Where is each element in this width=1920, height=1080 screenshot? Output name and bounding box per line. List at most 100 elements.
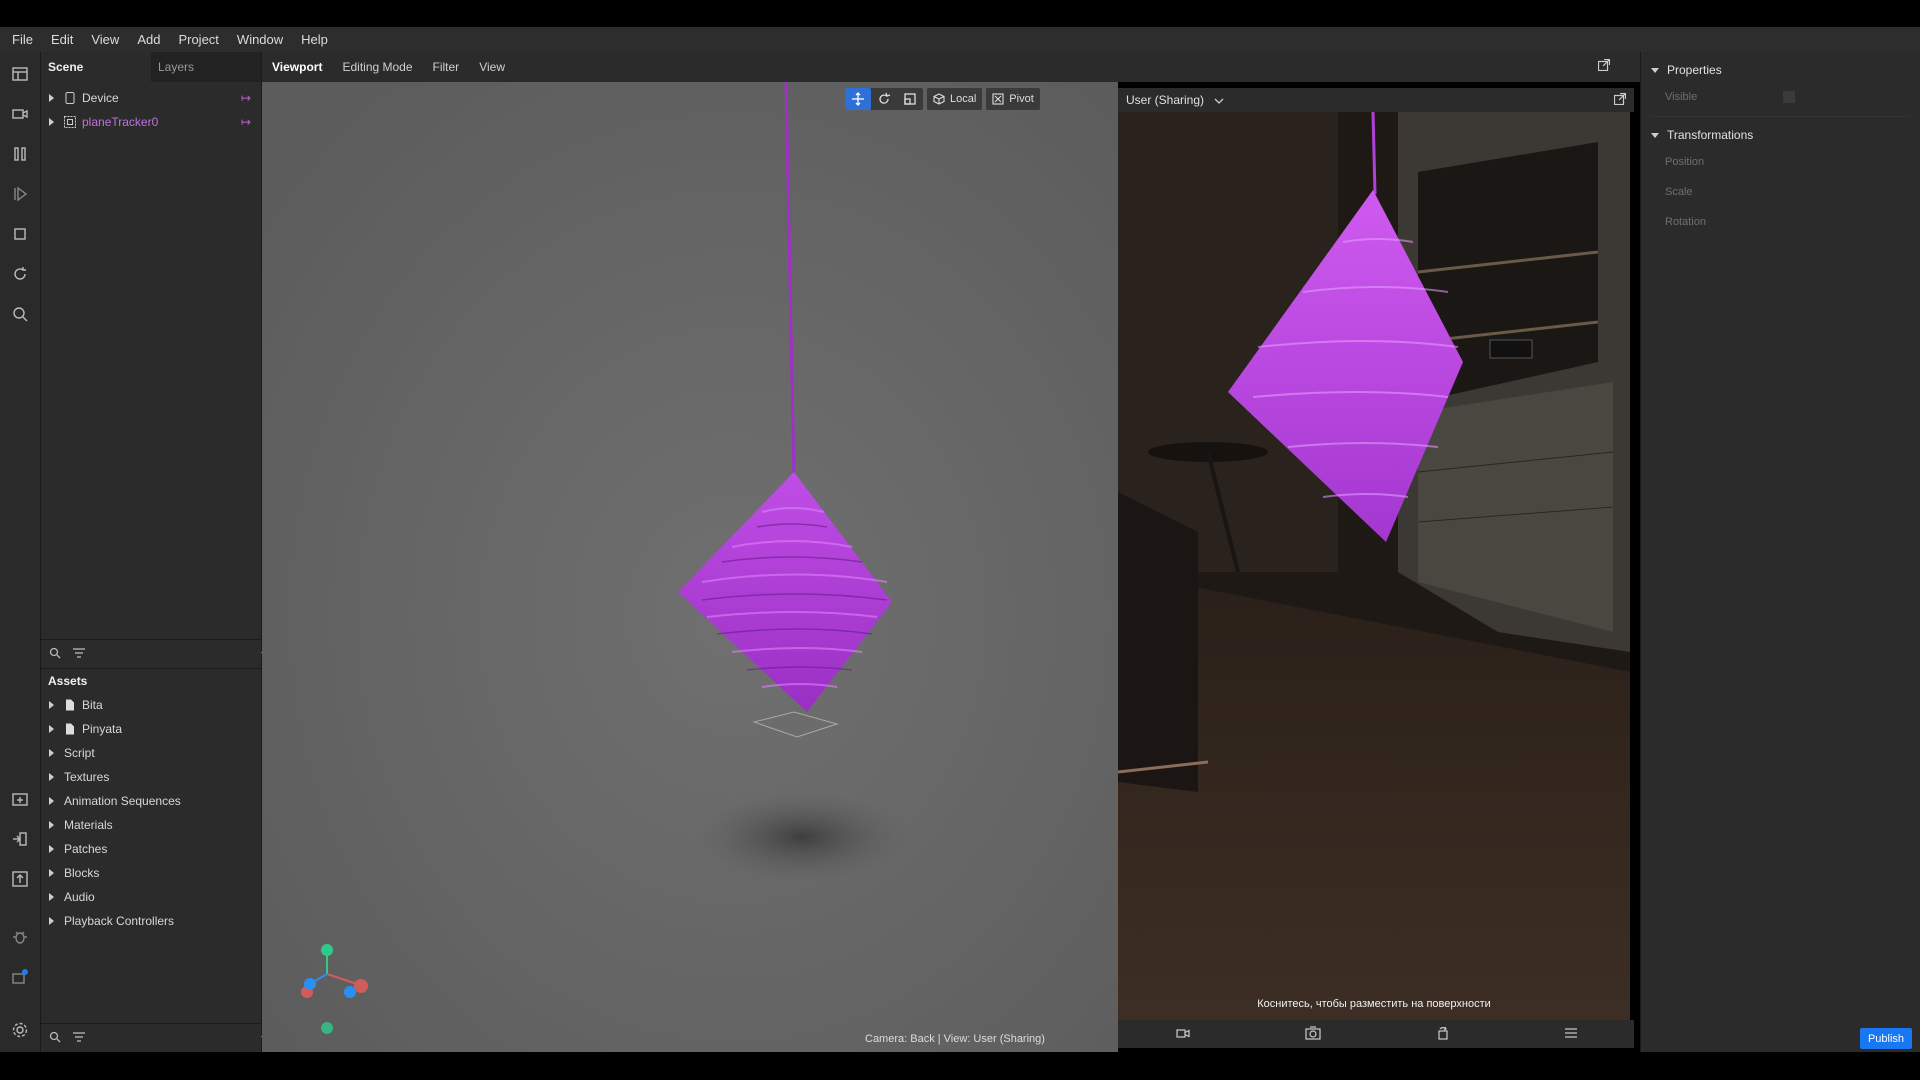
asset-folder-playback-controllers[interactable]: Playback Controllers bbox=[41, 909, 261, 933]
notifications-icon[interactable] bbox=[8, 965, 32, 989]
asset-folder-audio[interactable]: Audio bbox=[41, 885, 261, 909]
search-icon[interactable] bbox=[49, 647, 61, 662]
simulator-controls bbox=[1118, 1020, 1634, 1048]
assets-panel-footer: + bbox=[41, 1023, 278, 1052]
tab-scene[interactable]: Scene bbox=[41, 52, 151, 82]
stop-icon[interactable] bbox=[8, 222, 32, 246]
expand-arrow-icon[interactable] bbox=[49, 749, 54, 757]
settings-gear-icon[interactable] bbox=[8, 1018, 32, 1042]
asset-label: Playback Controllers bbox=[64, 914, 175, 928]
asset-folder-patches[interactable]: Patches bbox=[41, 837, 261, 861]
scene-item-device[interactable]: Device ↦ bbox=[41, 86, 261, 110]
layout-icon[interactable] bbox=[8, 62, 32, 86]
asset-folder-animation-sequences[interactable]: Animation Sequences bbox=[41, 789, 261, 813]
menu-project[interactable]: Project bbox=[176, 30, 220, 49]
expand-arrow-icon[interactable] bbox=[49, 725, 54, 733]
visible-checkbox[interactable] bbox=[1783, 91, 1796, 103]
expand-arrow-icon[interactable] bbox=[49, 94, 54, 102]
import-icon[interactable] bbox=[8, 787, 32, 811]
asset-folder-materials[interactable]: Materials bbox=[41, 813, 261, 837]
expand-arrow-icon[interactable] bbox=[49, 821, 54, 829]
expand-arrow-icon[interactable] bbox=[49, 797, 54, 805]
scene-item-label: Device bbox=[82, 91, 119, 105]
send-to-device-icon[interactable] bbox=[8, 827, 32, 851]
expand-arrow-icon[interactable] bbox=[49, 917, 54, 925]
rotate-tool-button[interactable] bbox=[871, 88, 897, 110]
local-label: Local bbox=[950, 93, 977, 105]
publish-button[interactable]: Publish bbox=[1860, 1028, 1912, 1049]
viewport-toolbar: Local Pivot bbox=[845, 88, 1040, 110]
simulator-preview[interactable] bbox=[1118, 112, 1630, 1020]
camera-switch-icon[interactable] bbox=[1175, 1027, 1190, 1042]
upload-icon[interactable] bbox=[8, 867, 32, 891]
asset-item-bita[interactable]: Bita bbox=[41, 693, 261, 717]
asset-folder-blocks[interactable]: Blocks bbox=[41, 861, 261, 885]
menu-help[interactable]: Help bbox=[299, 30, 330, 49]
device-icon bbox=[64, 92, 76, 104]
menu-bar: File Edit View Add Project Window Help bbox=[0, 27, 1920, 52]
collapse-arrow-icon bbox=[1651, 67, 1659, 73]
search-icon[interactable] bbox=[49, 1031, 61, 1046]
menu-file[interactable]: File bbox=[10, 30, 35, 49]
viewport-header: Viewport Editing Mode Filter View bbox=[262, 52, 1640, 82]
file-icon bbox=[64, 699, 76, 711]
asset-label: Script bbox=[64, 746, 95, 760]
bug-icon[interactable] bbox=[8, 925, 32, 949]
menu-edit[interactable]: Edit bbox=[49, 30, 75, 49]
pivot-toggle-button[interactable]: Pivot bbox=[986, 88, 1040, 110]
camera-status: Camera: Back | View: User (Sharing) bbox=[865, 1033, 1045, 1045]
menu-add[interactable]: Add bbox=[135, 30, 162, 49]
rotate-device-icon[interactable] bbox=[1436, 1026, 1450, 1043]
link-arrow-icon[interactable]: ↦ bbox=[241, 91, 251, 105]
local-toggle-button[interactable]: Local bbox=[927, 88, 983, 110]
scale-label: Scale bbox=[1665, 186, 1693, 198]
menu-window[interactable]: Window bbox=[235, 30, 285, 49]
properties-panel: Properties Visible Transformations Posit… bbox=[1640, 52, 1920, 1052]
expand-arrow-icon[interactable] bbox=[49, 118, 54, 126]
search-icon[interactable] bbox=[8, 302, 32, 326]
asset-label: Animation Sequences bbox=[64, 794, 181, 808]
expand-arrow-icon[interactable] bbox=[49, 701, 54, 709]
tab-editing-mode[interactable]: Editing Mode bbox=[342, 60, 412, 74]
pop-out-icon[interactable] bbox=[1597, 58, 1611, 74]
asset-folder-textures[interactable]: Textures bbox=[41, 765, 261, 789]
expand-arrow-icon[interactable] bbox=[49, 773, 54, 781]
pause-icon[interactable] bbox=[8, 142, 32, 166]
file-icon bbox=[64, 723, 76, 735]
chevron-down-icon[interactable] bbox=[1214, 93, 1224, 107]
filter-icon[interactable] bbox=[73, 647, 85, 661]
expand-arrow-icon[interactable] bbox=[49, 893, 54, 901]
pop-out-icon[interactable] bbox=[1613, 92, 1627, 108]
move-tool-button[interactable] bbox=[845, 88, 871, 110]
filter-icon[interactable] bbox=[73, 1031, 85, 1045]
video-record-icon[interactable] bbox=[8, 102, 32, 126]
tab-layers[interactable]: Layers bbox=[151, 52, 261, 82]
screenshot-icon[interactable] bbox=[1304, 1025, 1321, 1043]
scene-panel: Scene Layers Device ↦ planeTracker0 ↦ + bbox=[41, 52, 278, 668]
scale-row: Scale bbox=[1641, 177, 1920, 207]
scene-item-planetracker[interactable]: planeTracker0 ↦ bbox=[41, 110, 261, 134]
rotation-row: Rotation bbox=[1641, 207, 1920, 237]
properties-section-header[interactable]: Properties bbox=[1641, 58, 1920, 82]
play-step-icon[interactable] bbox=[8, 182, 32, 206]
transformations-title: Transformations bbox=[1667, 128, 1754, 142]
scale-tool-button[interactable] bbox=[897, 88, 923, 110]
expand-arrow-icon[interactable] bbox=[49, 845, 54, 853]
tab-filter[interactable]: Filter bbox=[433, 60, 460, 74]
position-label: Position bbox=[1665, 156, 1705, 168]
top-black-bar bbox=[0, 0, 1920, 27]
menu-view[interactable]: View bbox=[89, 30, 121, 49]
refresh-icon[interactable] bbox=[8, 262, 32, 286]
device-selector[interactable]: User (Sharing) bbox=[1126, 93, 1204, 107]
cube-icon bbox=[933, 93, 945, 105]
tab-view[interactable]: View bbox=[479, 60, 505, 74]
expand-arrow-icon[interactable] bbox=[49, 869, 54, 877]
simulator-instruction: Коснитесь, чтобы разместить на поверхнос… bbox=[1257, 998, 1491, 1010]
asset-item-pinyata[interactable]: Pinyata bbox=[41, 717, 261, 741]
transformations-section-header[interactable]: Transformations bbox=[1641, 123, 1920, 147]
menu-icon[interactable] bbox=[1564, 1027, 1577, 1041]
link-arrow-icon[interactable]: ↦ bbox=[241, 115, 251, 129]
asset-folder-script[interactable]: Script bbox=[41, 741, 261, 765]
tab-viewport[interactable]: Viewport bbox=[272, 60, 322, 74]
viewport-canvas[interactable] bbox=[262, 82, 1118, 1052]
